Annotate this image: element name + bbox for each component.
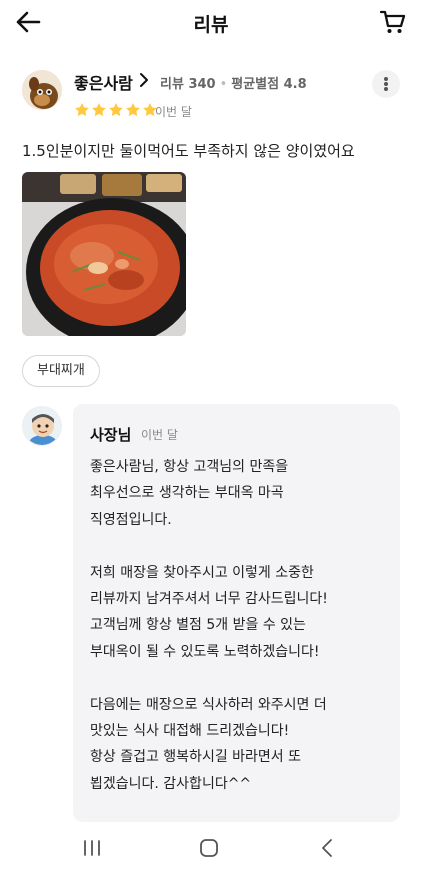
menu-tag-chip[interactable]: 부대찌개: [22, 355, 100, 387]
home-icon[interactable]: [199, 838, 219, 858]
more-dot: [384, 82, 388, 86]
nav-back-icon[interactable]: [320, 838, 334, 858]
separator-dot: •: [219, 77, 228, 92]
reply-line: 직영점입니다.: [90, 511, 172, 528]
reviewer-nickname[interactable]: 좋은사람: [74, 70, 133, 94]
reviewer-avatar[interactable]: [22, 70, 62, 110]
reviewer-info: 좋은사람 리뷰 340 • 평균별점 4.8 이번 달: [22, 70, 402, 122]
reply-line: 좋은사람님, 항상 고객님의 만족을: [90, 459, 289, 475]
review-date: 이번 달: [155, 105, 192, 119]
owner-name: 사장님: [90, 426, 132, 444]
chevron-right-icon[interactable]: [138, 72, 150, 88]
reply-line: 부대옥이 될 수 있도록 노력하겠습니다!: [90, 643, 320, 660]
reply-text: 좋은사람님, 항상 고객님의 만족을 최우선으로 생각하는 부대옥 마곡 직영점…: [90, 454, 390, 797]
system-nav-bar: [0, 828, 422, 875]
reply-line: [90, 665, 390, 691]
star-icon: [109, 103, 123, 117]
reply-line: 다음에는 매장으로 식사하러 와주시면 더: [90, 696, 327, 713]
owner-reply: 사장님 이번 달 좋은사람님, 항상 고객님의 만족을 최우선으로 생각하는 부…: [73, 404, 400, 822]
reply-line: 고객님께 항상 별점 5개 받을 수 있는: [90, 617, 306, 634]
average-rating: 평균별점 4.8: [231, 77, 307, 92]
more-options-button[interactable]: [372, 70, 400, 98]
more-dot: [384, 87, 388, 91]
reply-line: 맛있는 식사 대접해 드리겠습니다!: [90, 723, 290, 740]
star-icon: [126, 103, 140, 117]
reviewer-stats: 리뷰 340 • 평균별점 4.8: [160, 73, 307, 92]
reply-line: 최우선으로 생각하는 부대옥 마곡: [90, 485, 284, 502]
rating-stars: [74, 102, 158, 118]
reply-line: 저희 매장을 찾아주시고 이렇게 소중한: [90, 564, 314, 581]
owner-avatar: [22, 406, 62, 446]
reply-line: 항상 즐겁고 행복하시길 바라면서 또: [90, 749, 301, 766]
page-title: 리뷰: [193, 14, 229, 36]
cart-icon[interactable]: [380, 9, 406, 35]
review-count: 리뷰 340: [160, 77, 216, 92]
review-text: 1.5인분이지만 둘이먹어도 부족하지 않은 양이였어요: [22, 142, 355, 160]
star-icon: [75, 103, 89, 117]
reply-date: 이번 달: [141, 428, 178, 442]
reply-line: 리뷰까지 남겨주셔서 너무 감사드립니다!: [90, 591, 328, 608]
review-photo[interactable]: [22, 172, 186, 336]
app-header: 리뷰: [0, 0, 422, 44]
more-dot: [384, 77, 388, 81]
star-icon: [92, 103, 106, 117]
reply-line: [90, 533, 390, 559]
recent-apps-icon[interactable]: [82, 839, 102, 857]
reply-line: 뵙겠습니다. 감사합니다^^: [90, 775, 252, 792]
